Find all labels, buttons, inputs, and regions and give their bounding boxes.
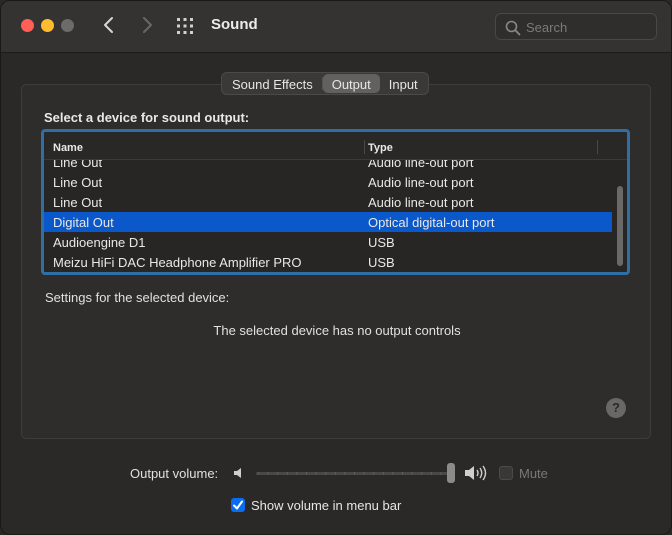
table-scrollbar[interactable] xyxy=(614,161,626,272)
slider-tick xyxy=(373,472,375,475)
column-divider xyxy=(597,140,598,154)
no-controls-message: The selected device has no output contro… xyxy=(213,323,461,338)
show-volume-label: Show volume in menu bar xyxy=(251,498,402,513)
search-icon xyxy=(505,20,521,36)
device-name: Line Out xyxy=(53,160,103,170)
tab-output[interactable]: Output xyxy=(322,74,380,93)
slider-tick xyxy=(354,472,355,475)
slider-tick xyxy=(296,472,298,475)
table-row[interactable]: Line Out Audio line-out port xyxy=(44,160,612,172)
column-divider xyxy=(364,140,365,154)
table-header: Name Type xyxy=(44,132,627,160)
device-name: Audioengine D1 xyxy=(53,235,146,250)
speaker-high-icon xyxy=(464,464,488,487)
device-section-label: Select a device for sound output: xyxy=(44,110,250,125)
table-row[interactable]: Line Out Audio line-out port xyxy=(44,172,612,192)
device-name: Line Out xyxy=(53,195,103,210)
slider-tick xyxy=(421,472,423,475)
mute-checkbox[interactable] xyxy=(499,466,513,480)
slider-tick xyxy=(286,472,288,475)
show-all-button[interactable] xyxy=(176,17,194,35)
window-title: Sound xyxy=(211,16,258,33)
slider-tick xyxy=(402,472,403,475)
sound-preferences-window: Sound Sound Effects Output Input Select … xyxy=(0,0,672,535)
tab-bar: Sound Effects Output Input xyxy=(221,72,429,95)
title-bar: Sound xyxy=(1,1,671,53)
device-type: Audio line-out port xyxy=(368,175,474,190)
output-volume-label: Output volume: xyxy=(130,466,219,481)
volume-slider-ticks xyxy=(258,472,451,475)
tab-input[interactable]: Input xyxy=(380,74,427,93)
device-name: Digital Out xyxy=(53,215,114,230)
scrollbar-thumb[interactable] xyxy=(617,186,623,266)
slider-tick xyxy=(344,472,346,475)
grid-icon xyxy=(177,18,193,34)
tab-sound-effects[interactable]: Sound Effects xyxy=(223,74,322,93)
search-field[interactable] xyxy=(495,13,657,40)
slider-tick xyxy=(440,472,442,475)
table-row[interactable]: Line Out Audio line-out port xyxy=(44,192,612,212)
slider-tick xyxy=(363,472,365,475)
speaker-low-icon xyxy=(233,466,247,485)
table-row-selected[interactable]: Digital Out Optical digital-out port xyxy=(44,212,612,232)
device-type: USB xyxy=(368,235,395,250)
minimize-window-button[interactable] xyxy=(41,19,54,32)
settings-label: Settings for the selected device: xyxy=(45,290,230,305)
help-button[interactable]: ? xyxy=(606,398,626,418)
slider-tick xyxy=(382,472,384,475)
forward-button[interactable] xyxy=(137,14,157,36)
slider-tick xyxy=(306,472,307,475)
device-name: Meizu HiFi DAC Headphone Amplifier PRO xyxy=(53,255,302,270)
back-button[interactable] xyxy=(99,14,119,36)
device-type: USB xyxy=(368,255,395,270)
slider-tick xyxy=(334,472,336,475)
table-row[interactable]: Audioengine D1 USB xyxy=(44,232,612,252)
table-row[interactable]: Meizu HiFi DAC Headphone Amplifier PRO U… xyxy=(44,252,612,272)
slider-tick xyxy=(411,472,413,475)
mute-label: Mute xyxy=(519,466,548,481)
device-type: Audio line-out port xyxy=(368,195,474,210)
column-header-type[interactable]: Type xyxy=(368,142,393,154)
chevron-right-icon xyxy=(143,17,152,33)
slider-tick xyxy=(258,472,259,475)
slider-tick xyxy=(392,472,394,475)
close-window-button[interactable] xyxy=(21,19,34,32)
slider-tick xyxy=(325,472,327,475)
column-header-name[interactable]: Name xyxy=(53,142,83,154)
device-type: Audio line-out port xyxy=(368,160,474,170)
checkmark-icon xyxy=(233,500,243,510)
search-input[interactable] xyxy=(526,18,651,36)
slider-tick xyxy=(267,472,269,475)
volume-slider-knob[interactable] xyxy=(447,463,455,483)
device-rows: Line Out Audio line-out port Line Out Au… xyxy=(44,160,612,272)
slider-tick xyxy=(277,472,279,475)
zoom-window-button[interactable] xyxy=(61,19,74,32)
chevron-left-icon xyxy=(104,17,113,33)
device-type: Optical digital-out port xyxy=(368,215,495,230)
slider-tick xyxy=(315,472,317,475)
show-volume-checkbox[interactable] xyxy=(231,498,245,512)
output-device-table[interactable]: Name Type Line Out Audio line-out port L… xyxy=(41,129,630,275)
device-name: Line Out xyxy=(53,175,103,190)
slider-tick xyxy=(430,472,432,475)
